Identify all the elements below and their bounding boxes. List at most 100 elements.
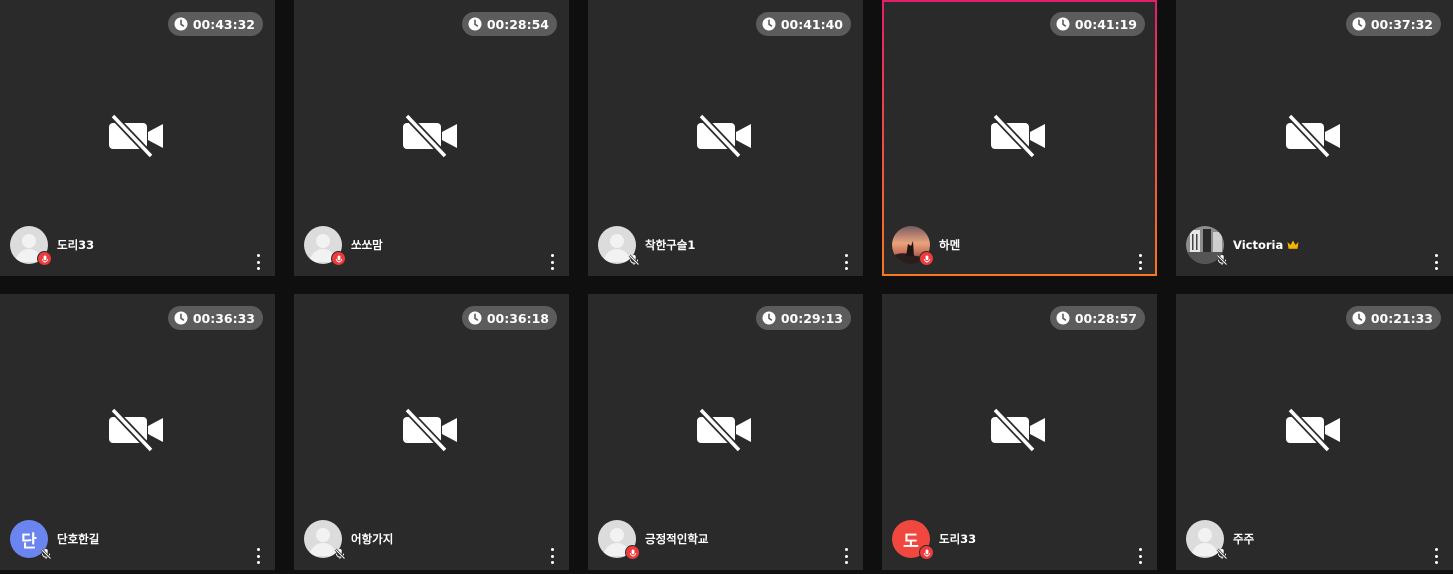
participant-name-text: 쏘쏘맘	[351, 238, 383, 252]
participant-info: 단 단호한길	[10, 520, 265, 559]
video-off-icon	[696, 114, 755, 158]
microphone-icon	[919, 545, 934, 560]
session-timer: 00:41:19	[1049, 12, 1145, 36]
participant-info: 하멘	[892, 226, 1145, 266]
avatar[interactable]	[1186, 226, 1227, 265]
video-off-icon	[990, 114, 1049, 158]
more-vertical-icon[interactable]	[841, 254, 851, 270]
avatar[interactable]: 도	[892, 520, 934, 560]
timer-text: 00:21:33	[1370, 310, 1433, 326]
participant-tile[interactable]: 00:37:32 Victoria	[1176, 0, 1453, 276]
session-timer: 00:28:57	[1049, 306, 1145, 330]
avatar[interactable]	[10, 226, 52, 266]
microphone-icon	[331, 251, 346, 266]
participant-tile[interactable]: 00:21:33 주주	[1176, 294, 1453, 570]
clock-icon	[174, 311, 188, 325]
participant-name: 쏘쏘맘	[351, 237, 383, 253]
clock-icon	[762, 311, 776, 325]
participant-name: Victoria	[1233, 238, 1299, 252]
video-off-icon	[402, 408, 461, 452]
session-timer: 00:29:13	[755, 306, 851, 330]
avatar[interactable]	[892, 226, 934, 266]
timer-text: 00:43:32	[192, 16, 255, 32]
participant-name: 긍정적인학교	[645, 531, 708, 547]
video-off-icon	[990, 408, 1049, 452]
participant-name: 도리33	[57, 237, 94, 253]
participant-tile-active[interactable]: 00:41:19 하멘	[882, 0, 1157, 276]
clock-icon	[762, 17, 776, 31]
more-vertical-icon[interactable]	[547, 254, 557, 270]
clock-icon	[174, 17, 188, 31]
more-vertical-icon[interactable]	[1431, 548, 1441, 564]
microphone-muted-icon	[333, 547, 346, 560]
participant-tile[interactable]: 00:41:40 착한구슬1	[588, 0, 863, 276]
timer-text: 00:28:57	[1074, 310, 1137, 326]
video-off-icon	[1285, 408, 1344, 452]
participant-info: 주주	[1186, 520, 1443, 559]
avatar[interactable]: 단	[10, 520, 51, 559]
clock-icon	[1056, 17, 1070, 31]
timer-text: 00:41:19	[1074, 16, 1137, 32]
video-off-icon	[108, 114, 167, 158]
participant-name: 도리33	[939, 531, 976, 547]
more-vertical-icon[interactable]	[841, 548, 851, 564]
avatar[interactable]	[598, 226, 639, 265]
participant-info: 어항가지	[304, 520, 559, 559]
avatar-initial: 도	[903, 531, 919, 552]
participant-name-text: 어항가지	[351, 532, 394, 546]
video-off-icon	[402, 114, 461, 158]
session-timer: 00:36:33	[167, 306, 263, 330]
crown-icon	[1287, 238, 1299, 252]
more-vertical-icon[interactable]	[1135, 548, 1145, 564]
timer-text: 00:37:32	[1370, 16, 1433, 32]
avatar[interactable]	[304, 520, 345, 559]
avatar[interactable]	[598, 520, 640, 560]
participant-name: 하멘	[939, 237, 960, 253]
timer-text: 00:36:18	[486, 310, 549, 326]
avatar-initial: 단	[21, 531, 37, 552]
participant-tile[interactable]: 00:36:18 어항가지	[294, 294, 569, 570]
participant-name: 착한구슬1	[645, 237, 695, 253]
participant-tile[interactable]: 00:28:57 도 도리33	[882, 294, 1157, 570]
microphone-icon	[625, 545, 640, 560]
timer-text: 00:29:13	[780, 310, 843, 326]
participant-name: 어항가지	[351, 531, 393, 547]
clock-icon	[1056, 311, 1070, 325]
participant-name-text: 하멘	[939, 238, 961, 252]
more-vertical-icon[interactable]	[547, 548, 557, 564]
more-vertical-icon[interactable]	[1135, 254, 1145, 270]
microphone-icon	[37, 251, 52, 266]
participant-tile[interactable]: 00:28:54 쏘쏘맘	[294, 0, 569, 276]
microphone-muted-icon	[1215, 253, 1228, 266]
participant-name: 단호한길	[57, 531, 99, 547]
participant-info: 착한구슬1	[598, 226, 853, 265]
clock-icon	[1352, 311, 1366, 325]
microphone-muted-icon	[627, 253, 640, 266]
clock-icon	[468, 17, 482, 31]
participant-name: 주주	[1233, 531, 1254, 547]
participant-info: 도리33	[10, 226, 265, 266]
participant-tile[interactable]: 00:36:33 단 단호한길	[0, 294, 275, 570]
participant-name-text: 주주	[1233, 532, 1255, 546]
video-off-icon	[108, 408, 167, 452]
participant-info: 도 도리33	[892, 520, 1147, 560]
participant-info: Victoria	[1186, 226, 1443, 265]
participant-info: 긍정적인학교	[598, 520, 853, 560]
avatar[interactable]	[1186, 520, 1227, 559]
more-vertical-icon[interactable]	[253, 548, 263, 564]
timer-text: 00:36:33	[192, 310, 255, 326]
microphone-muted-icon	[1215, 547, 1228, 560]
session-timer: 00:37:32	[1345, 12, 1441, 36]
participant-name-text: 긍정적인학교	[645, 532, 709, 546]
participant-tile[interactable]: 00:43:32 도리33	[0, 0, 275, 276]
participant-name-text: Victoria	[1233, 238, 1284, 252]
participant-name-text: 착한구슬1	[645, 238, 696, 252]
more-vertical-icon[interactable]	[253, 254, 263, 270]
more-vertical-icon[interactable]	[1431, 254, 1441, 270]
participant-grid: 00:43:32 도리33 00:28:54 쏘쏘맘 00:41:40 착한구슬…	[0, 0, 1453, 574]
avatar[interactable]	[304, 226, 346, 266]
participant-tile[interactable]: 00:29:13 긍정적인학교	[588, 294, 863, 570]
clock-icon	[1352, 17, 1366, 31]
participant-name-text: 도리33	[939, 532, 977, 546]
video-off-icon	[1285, 114, 1344, 158]
